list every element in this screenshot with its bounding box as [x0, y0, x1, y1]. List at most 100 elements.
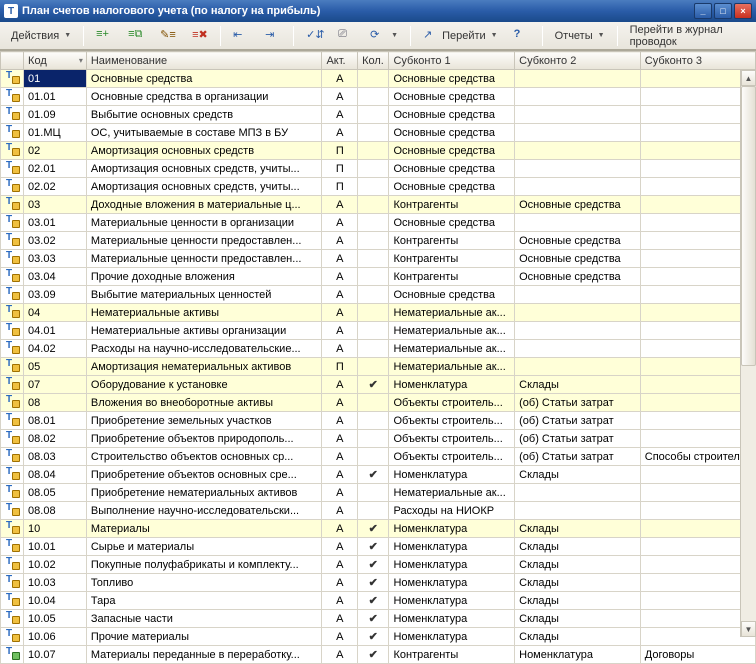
table-row[interactable]: 04Нематериальные активыАНематериальные а…: [1, 304, 756, 322]
table-row[interactable]: 08Вложения во внеоборотные активыАОбъект…: [1, 394, 756, 412]
table-row[interactable]: 03.09Выбытие материальных ценностейАОсно…: [1, 286, 756, 304]
sub2-cell: [515, 214, 641, 232]
sub3-cell: Способы строитель...: [640, 448, 755, 466]
journal-button[interactable]: Перейти в журнал проводок: [623, 25, 752, 47]
col-code[interactable]: Код▾: [24, 52, 87, 70]
kol-cell: ✔: [358, 556, 389, 574]
row-icon-cell: [1, 124, 24, 142]
table-row[interactable]: 10.01Сырье и материалыА✔НоменклатураСкла…: [1, 538, 756, 556]
edit-button[interactable]: ✎≡: [153, 25, 183, 47]
close-button[interactable]: ×: [734, 3, 752, 19]
account-icon: [5, 557, 19, 569]
table-row[interactable]: 01.01Основные средства в организацииАОсн…: [1, 88, 756, 106]
col-sub2[interactable]: Субконто 2: [515, 52, 641, 70]
delete-button[interactable]: ≡✖: [185, 25, 215, 47]
kol-cell: [358, 394, 389, 412]
table-row[interactable]: 03Доходные вложения в материальные ц...А…: [1, 196, 756, 214]
col-akt[interactable]: Акт.: [322, 52, 358, 70]
table-row[interactable]: 10.03ТопливоА✔НоменклатураСклады: [1, 574, 756, 592]
table-row[interactable]: 02.02Амортизация основных средств, учиты…: [1, 178, 756, 196]
sub3-cell: Договоры: [640, 646, 755, 664]
kol-cell: ✔: [358, 538, 389, 556]
sub3-cell: [640, 466, 755, 484]
row-icon-cell: [1, 286, 24, 304]
col-icon[interactable]: [1, 52, 24, 70]
table-row[interactable]: 03.03Материальные ценности предоставлен.…: [1, 250, 756, 268]
account-icon: [5, 341, 19, 353]
table-row[interactable]: 02Амортизация основных средствПОсновные …: [1, 142, 756, 160]
kol-cell: [358, 430, 389, 448]
table-row[interactable]: 05Амортизация нематериальных активовПНем…: [1, 358, 756, 376]
goto-button[interactable]: ↗ Перейти ▼: [416, 25, 505, 47]
account-icon: [5, 359, 19, 371]
refresh-button[interactable]: ⟳▼: [363, 25, 405, 47]
table-row[interactable]: 04.02Расходы на научно-исследовательские…: [1, 340, 756, 358]
table-row[interactable]: 08.05Приобретение нематериальных активов…: [1, 484, 756, 502]
table-row[interactable]: 08.04Приобретение объектов основных сре.…: [1, 466, 756, 484]
goto-label: Перейти: [442, 30, 486, 42]
minimize-button[interactable]: _: [694, 3, 712, 19]
table-row[interactable]: 08.08Выполнение научно-исследовательски.…: [1, 502, 756, 520]
table-row[interactable]: 03.04Прочие доходные вложенияАКонтрагент…: [1, 268, 756, 286]
table-row[interactable]: 08.01Приобретение земельных участковАОбъ…: [1, 412, 756, 430]
account-icon: [5, 215, 19, 227]
account-icon: [5, 647, 19, 659]
add-button[interactable]: ≡+: [89, 25, 119, 47]
kol-cell: [358, 412, 389, 430]
filter-off-button[interactable]: ⎚: [331, 25, 361, 47]
table-row[interactable]: 04.01Нематериальные активы организацииАН…: [1, 322, 756, 340]
move-last-button[interactable]: ⇥: [258, 25, 288, 47]
table-row[interactable]: 08.03Строительство объектов основных ср.…: [1, 448, 756, 466]
kol-cell: [358, 70, 389, 88]
col-name[interactable]: Наименование: [86, 52, 322, 70]
akt-cell: А: [322, 124, 358, 142]
titlebar: T План счетов налогового учета (по налог…: [0, 0, 756, 22]
reports-button[interactable]: Отчеты ▼: [548, 25, 612, 47]
move-first-button[interactable]: ⇤: [226, 25, 256, 47]
table-row[interactable]: 10.05Запасные частиА✔НоменклатураСклады: [1, 610, 756, 628]
help-button[interactable]: ?: [507, 25, 537, 47]
scroll-thumb[interactable]: [741, 86, 756, 366]
table-row[interactable]: 03.02Материальные ценности предоставлен.…: [1, 232, 756, 250]
table-row[interactable]: 07Оборудование к установкеА✔Номенклатура…: [1, 376, 756, 394]
account-icon: [5, 593, 19, 605]
table-row[interactable]: 03.01Материальные ценности в организации…: [1, 214, 756, 232]
table-row[interactable]: 01.09Выбытие основных средствАОсновные с…: [1, 106, 756, 124]
table-row[interactable]: 08.02Приобретение объектов природополь..…: [1, 430, 756, 448]
table-row[interactable]: 02.01Амортизация основных средств, учиты…: [1, 160, 756, 178]
akt-cell: А: [322, 322, 358, 340]
table-row[interactable]: 01Основные средстваАОсновные средства: [1, 70, 756, 88]
row-icon-cell: [1, 142, 24, 160]
row-icon-cell: [1, 466, 24, 484]
vertical-scrollbar[interactable]: ▲ ▼: [740, 70, 756, 637]
table-row[interactable]: 10.02Покупные полуфабрикаты и комплекту.…: [1, 556, 756, 574]
filter-button[interactable]: ✓⇵: [299, 25, 329, 47]
akt-cell: А: [322, 556, 358, 574]
actions-menu[interactable]: Действия ▼: [4, 25, 78, 47]
sub3-cell: [640, 556, 755, 574]
name-cell: Выполнение научно-исследовательски...: [86, 502, 322, 520]
separator: [617, 26, 618, 46]
refresh-icon: ⟳: [370, 28, 386, 44]
table-row[interactable]: 01.МЦОС, учитываемые в составе МПЗ в БУА…: [1, 124, 756, 142]
code-cell: 03.01: [24, 214, 87, 232]
maximize-button[interactable]: □: [714, 3, 732, 19]
col-sub3[interactable]: Субконто 3: [640, 52, 755, 70]
add-copy-button[interactable]: ≡⧉: [121, 25, 151, 47]
name-cell: Материальные ценности предоставлен...: [86, 232, 322, 250]
scroll-down-icon[interactable]: ▼: [741, 621, 756, 637]
table-row[interactable]: 10.04ТараА✔НоменклатураСклады: [1, 592, 756, 610]
account-icon: [5, 611, 19, 623]
row-icon-cell: [1, 214, 24, 232]
col-sub1[interactable]: Субконто 1: [389, 52, 515, 70]
row-icon-cell: [1, 394, 24, 412]
col-kol[interactable]: Кол.: [358, 52, 389, 70]
table-row[interactable]: 10МатериалыА✔НоменклатураСклады: [1, 520, 756, 538]
scroll-up-icon[interactable]: ▲: [741, 70, 756, 86]
sub1-cell: Нематериальные ак...: [389, 358, 515, 376]
table-row[interactable]: 10.07Материалы переданные в переработку.…: [1, 646, 756, 664]
goto-icon: ↗: [423, 28, 439, 44]
kol-cell: [358, 160, 389, 178]
sub3-cell: [640, 160, 755, 178]
sub3-cell: [640, 538, 755, 556]
